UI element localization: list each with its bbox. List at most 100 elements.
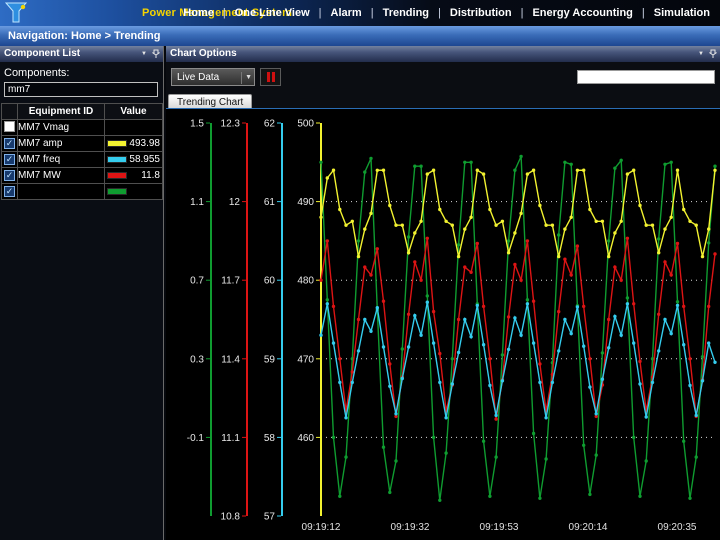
svg-text:58: 58 — [264, 433, 276, 444]
menu-item-simulation[interactable]: Simulation — [654, 7, 710, 19]
svg-text:0.3: 0.3 — [190, 354, 204, 365]
data-mode-value: Live Data — [177, 72, 219, 83]
menu-separator: | — [438, 7, 441, 19]
value-cell: 58.955 — [105, 152, 163, 168]
pause-icon — [272, 72, 275, 82]
menu-item-trending[interactable]: Trending — [383, 7, 429, 19]
data-mode-select[interactable]: Live Data ▼ — [171, 68, 255, 86]
svg-text:09:19:32: 09:19:32 — [391, 522, 430, 533]
row-checkbox[interactable]: ✓ — [4, 170, 15, 181]
value-cell — [105, 184, 163, 200]
checkbox-column-header — [2, 104, 18, 120]
svg-text:-0.1: -0.1 — [187, 433, 205, 444]
svg-text:09:19:12: 09:19:12 — [302, 522, 341, 533]
pin-icon[interactable] — [152, 49, 160, 59]
app-window: Power Management System Home|One Line Vi… — [0, 0, 720, 540]
equipment-id: MM7 freq — [18, 152, 105, 168]
component-table-body: MM7 Vmag✓MM7 amp493.98✓MM7 freq58.955✓MM… — [2, 120, 163, 200]
equipment-id: MM7 amp — [18, 136, 105, 152]
row-checkbox[interactable] — [4, 121, 15, 132]
components-label: Components: — [0, 62, 163, 82]
equipment-id-column-header: Equipment ID — [18, 104, 105, 120]
svg-text:09:20:14: 09:20:14 — [569, 522, 608, 533]
table-row[interactable]: ✓ — [2, 184, 163, 200]
breadcrumb: Navigation: Home > Trending — [8, 30, 161, 42]
svg-text:09:19:53: 09:19:53 — [480, 522, 519, 533]
svg-text:480: 480 — [297, 276, 314, 287]
menu-item-home[interactable]: Home — [183, 7, 214, 19]
svg-text:470: 470 — [297, 354, 314, 365]
menu-separator: | — [371, 7, 374, 19]
menu-item-distribution[interactable]: Distribution — [450, 7, 512, 19]
menu-item-alarm[interactable]: Alarm — [331, 7, 362, 19]
menu-separator: | — [319, 7, 322, 19]
svg-text:12: 12 — [229, 197, 241, 208]
component-filter-input[interactable] — [4, 82, 158, 97]
tab-bar: Trending Chart — [166, 92, 720, 108]
chevron-down-icon: ▼ — [241, 72, 252, 84]
svg-text:500: 500 — [297, 119, 314, 130]
checkbox-cell: ✓ — [2, 184, 18, 200]
row-checkbox[interactable]: ✓ — [4, 138, 15, 149]
svg-text:0.7: 0.7 — [190, 276, 204, 287]
checkbox-cell: ✓ — [2, 168, 18, 184]
series-color-swatch — [107, 172, 127, 179]
trending-chart-panel: 1.51.10.70.3-0.112.31211.711.411.110.862… — [166, 108, 720, 540]
menu-item-energy-accounting[interactable]: Energy Accounting — [532, 7, 632, 19]
series-color-swatch — [107, 188, 127, 195]
trending-chart-svg[interactable]: 1.51.10.70.3-0.112.31211.711.411.110.862… — [166, 109, 720, 540]
svg-text:09:20:35: 09:20:35 — [658, 522, 697, 533]
value-column-header: Value — [105, 104, 163, 120]
svg-text:460: 460 — [297, 433, 314, 444]
table-row[interactable]: ✓MM7 freq58.955 — [2, 152, 163, 168]
chart-options-title: Chart Options — [170, 48, 237, 59]
svg-text:57: 57 — [264, 512, 276, 523]
svg-text:1.5: 1.5 — [190, 119, 204, 130]
chart-area: Chart Options ▼ Live Data ▼ Trending Cha… — [166, 46, 720, 540]
menu-item-one-line-view[interactable]: One Line View — [235, 7, 310, 19]
checkbox-cell: ✓ — [2, 136, 18, 152]
svg-text:11.7: 11.7 — [221, 276, 240, 287]
table-row[interactable]: ✓MM7 amp493.98 — [2, 136, 163, 152]
value-cell — [105, 120, 163, 136]
value-cell: 493.98 — [105, 136, 163, 152]
menu-separator: | — [642, 7, 645, 19]
svg-text:12.3: 12.3 — [221, 119, 241, 130]
checkbox-cell: ✓ — [2, 152, 18, 168]
chart-search-input[interactable] — [577, 70, 715, 84]
svg-text:10.8: 10.8 — [221, 512, 241, 523]
chart-options-header: Chart Options ▼ — [166, 46, 720, 62]
svg-text:490: 490 — [297, 197, 314, 208]
value-cell: 11.8 — [105, 168, 163, 184]
component-table: Equipment ID Value MM7 Vmag✓MM7 amp493.9… — [1, 103, 163, 200]
svg-text:60: 60 — [264, 276, 276, 287]
pin-icon[interactable] — [709, 49, 717, 59]
series-color-swatch — [107, 140, 127, 147]
equipment-id — [18, 184, 105, 200]
row-checkbox[interactable]: ✓ — [4, 154, 15, 165]
row-checkbox[interactable]: ✓ — [4, 186, 15, 197]
series-color-swatch — [107, 156, 127, 163]
svg-text:59: 59 — [264, 354, 276, 365]
component-list-panel: Component List ▼ Components: Equipment I… — [0, 46, 164, 540]
app-logo-icon — [3, 1, 29, 25]
svg-text:62: 62 — [264, 119, 276, 130]
table-row[interactable]: ✓MM7 MW11.8 — [2, 168, 163, 184]
table-row[interactable]: MM7 Vmag — [2, 120, 163, 136]
main-menu: Home | One Line View | Alarm | Trending | Distri… — [183, 0, 710, 26]
menu-separator: | — [223, 7, 226, 19]
menu-separator: | — [521, 7, 524, 19]
breadcrumb-bar: Navigation: Home > Trending — [0, 26, 720, 46]
svg-text:61: 61 — [264, 197, 276, 208]
table-header-row: Equipment ID Value — [2, 104, 163, 120]
chevron-down-icon[interactable]: ▼ — [141, 46, 147, 62]
chart-toolbar: Live Data ▼ — [166, 63, 720, 91]
chevron-down-icon[interactable]: ▼ — [698, 46, 704, 62]
component-list-title: Component List — [4, 48, 80, 59]
component-list-header: Component List ▼ — [0, 46, 163, 62]
checkbox-cell — [2, 120, 18, 136]
svg-text:11.4: 11.4 — [221, 354, 240, 365]
pause-button[interactable] — [260, 68, 281, 86]
svg-text:1.1: 1.1 — [190, 197, 204, 208]
equipment-id: MM7 Vmag — [18, 120, 105, 136]
